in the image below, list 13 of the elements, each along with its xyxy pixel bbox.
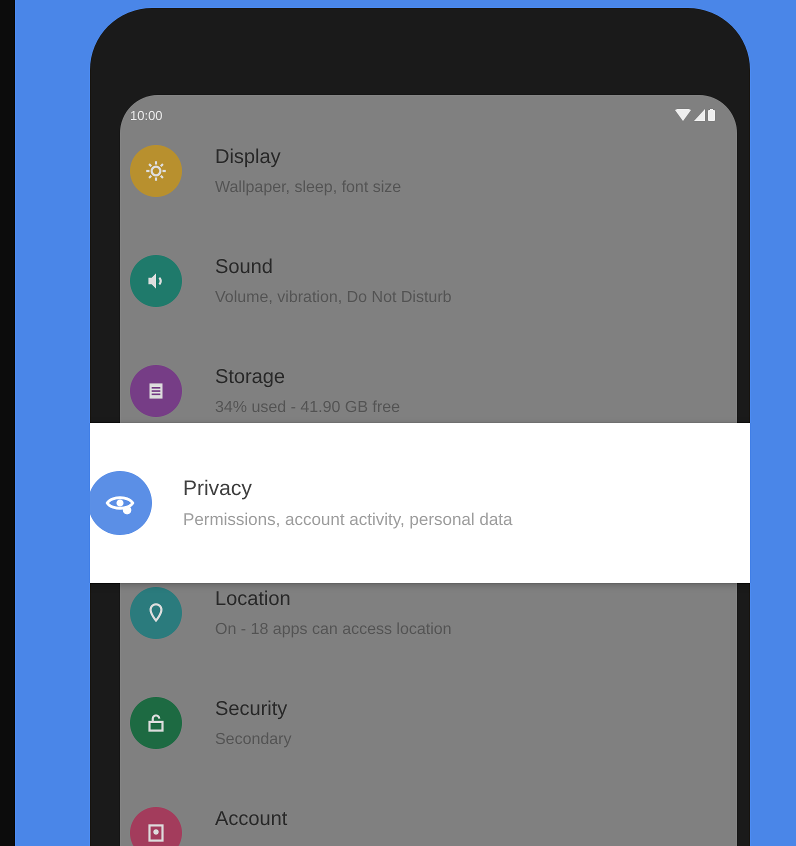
- setting-summary: Permissions, account activity, personal data: [183, 510, 512, 530]
- setting-title: Privacy: [183, 476, 253, 500]
- setting-title: Storage: [215, 365, 286, 389]
- setting-title: Account: [215, 807, 288, 831]
- signal-icon: [694, 109, 705, 121]
- setting-title: Display: [215, 145, 282, 169]
- wifi-icon: [675, 109, 691, 121]
- setting-title: Location: [215, 587, 292, 611]
- battery-icon: [708, 109, 715, 121]
- settings-card[interactable]: Privacy Permissions, account activity, personal data: [90, 423, 750, 583]
- status-time: 10:00: [130, 108, 163, 122]
- setting-title: Security: [215, 697, 288, 721]
- setting-title: Sound: [215, 255, 274, 279]
